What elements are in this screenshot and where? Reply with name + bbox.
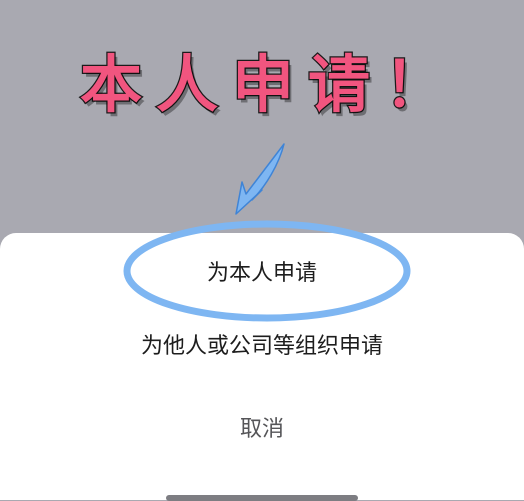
annotation-arrow-icon xyxy=(235,143,285,215)
apply-for-self-option[interactable]: 为本人申请 xyxy=(0,259,524,289)
home-indicator xyxy=(166,495,358,501)
action-sheet: 为本人申请 为他人或公司等组织申请 取消 xyxy=(0,233,524,501)
cancel-button[interactable]: 取消 xyxy=(0,415,524,445)
apply-for-others-option[interactable]: 为他人或公司等组织申请 xyxy=(0,332,524,362)
annotation-title: 本人申请！ xyxy=(79,48,461,121)
